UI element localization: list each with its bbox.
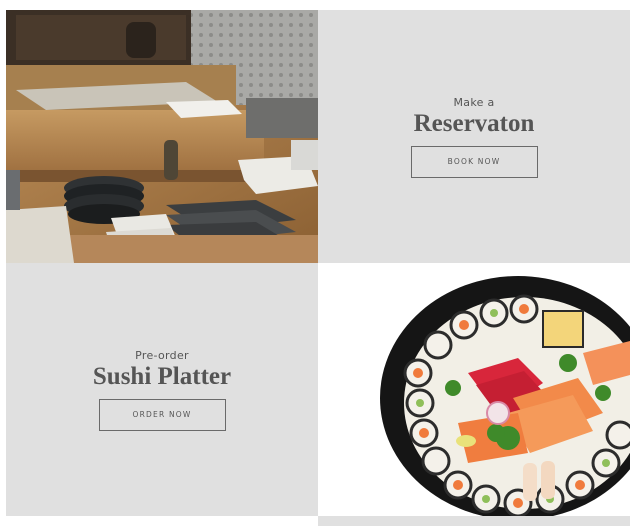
preorder-panel: Pre-order Sushi Platter ORDER NOW bbox=[6, 263, 318, 516]
restaurant-counter-photo bbox=[6, 10, 318, 263]
reservation-panel: Make a Reservaton BOOK NOW bbox=[318, 10, 630, 263]
reservation-kicker: Make a bbox=[453, 95, 495, 109]
next-row-edge bbox=[318, 516, 630, 526]
book-now-button[interactable]: BOOK NOW bbox=[410, 145, 538, 178]
order-now-button[interactable]: ORDER NOW bbox=[98, 398, 226, 431]
sushi-platter-photo bbox=[318, 263, 630, 516]
sushi-platter-illustration bbox=[380, 276, 630, 516]
counter-illustration bbox=[6, 10, 318, 263]
preorder-title: Sushi Platter bbox=[92, 362, 232, 390]
reservation-title: Reservaton bbox=[413, 109, 535, 137]
preorder-kicker: Pre-order bbox=[135, 348, 189, 362]
